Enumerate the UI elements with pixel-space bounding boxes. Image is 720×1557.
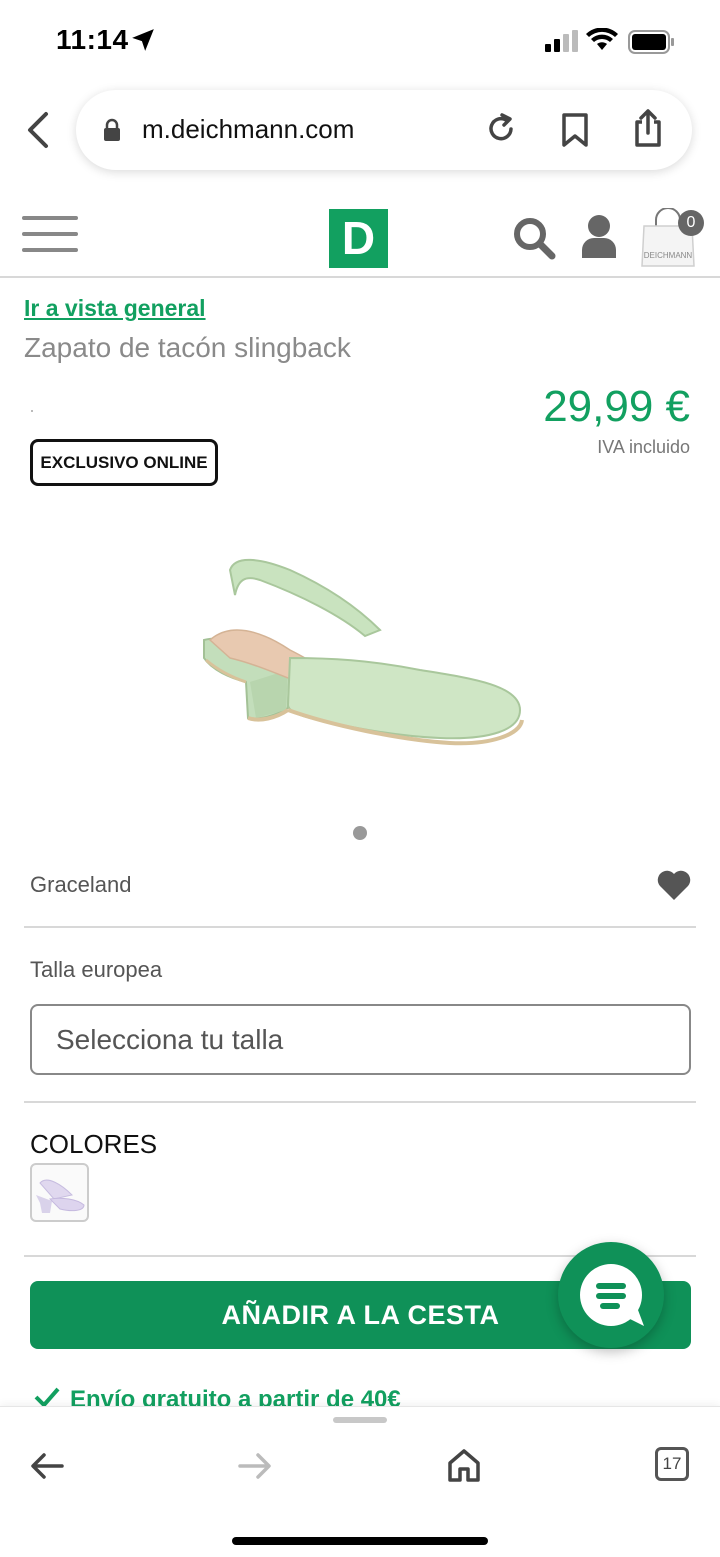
shipping-note: Envío gratuito a partir de 40€ [34,1386,401,1406]
back-chevron-icon[interactable] [22,110,54,150]
bookmark-icon[interactable] [560,112,590,148]
browser-toolbar: 17 [0,1406,720,1557]
product-title: Zapato de tacón slingback [24,332,351,363]
carousel-pager-dot[interactable] [353,826,367,840]
shipping-note-text: Envío gratuito a partir de 40€ [70,1386,401,1406]
brand-name: Graceland [30,872,132,897]
site-header: D DEICHMANN [0,186,720,278]
status-time: 11:14 [56,24,129,55]
home-icon[interactable] [446,1447,482,1483]
forward-arrow-icon[interactable] [238,1451,272,1481]
back-arrow-icon[interactable] [30,1451,64,1481]
browser-address-row: m.deichmann.com [0,82,720,182]
heart-icon[interactable] [656,869,692,901]
check-icon [34,1387,60,1406]
status-bar: 11:14 [0,0,720,82]
product-image[interactable] [190,540,530,760]
divider [24,926,696,928]
colors-label: COLORES [30,1129,158,1159]
toolbar-grabber[interactable] [333,1417,387,1423]
rating-placeholder [31,410,33,412]
home-indicator [232,1537,488,1545]
divider [24,1101,696,1103]
wifi-icon [586,28,618,50]
url-text: m.deichmann.com [142,114,355,144]
vat-note: IVA incluido [597,437,690,457]
battery-icon [628,30,674,54]
signal-icon [545,30,578,52]
size-select[interactable]: Selecciona tu talla [30,1004,691,1075]
lock-icon [104,118,120,141]
location-arrow-icon [132,29,154,51]
user-icon[interactable] [580,214,618,260]
deichmann-logo[interactable]: D [329,209,388,268]
svg-text:DEICHMANN: DEICHMANN [644,251,693,260]
share-icon[interactable] [632,108,664,148]
hamburger-menu-icon[interactable] [22,216,78,256]
size-label: Talla europea [30,957,163,982]
product-price: 29,99 € [543,382,690,431]
cart-count-badge: 0 [678,210,704,236]
reload-icon[interactable] [484,112,518,146]
chat-button[interactable] [558,1242,664,1348]
tabs-icon[interactable]: 17 [655,1447,689,1481]
address-bar[interactable]: m.deichmann.com [76,90,692,170]
chat-icon [580,1264,644,1326]
color-swatch[interactable] [30,1163,89,1222]
search-icon[interactable] [512,216,556,260]
breadcrumb-overview-link[interactable]: Ir a vista general [24,295,206,322]
online-exclusive-badge: EXCLUSIVO ONLINE [30,439,218,486]
